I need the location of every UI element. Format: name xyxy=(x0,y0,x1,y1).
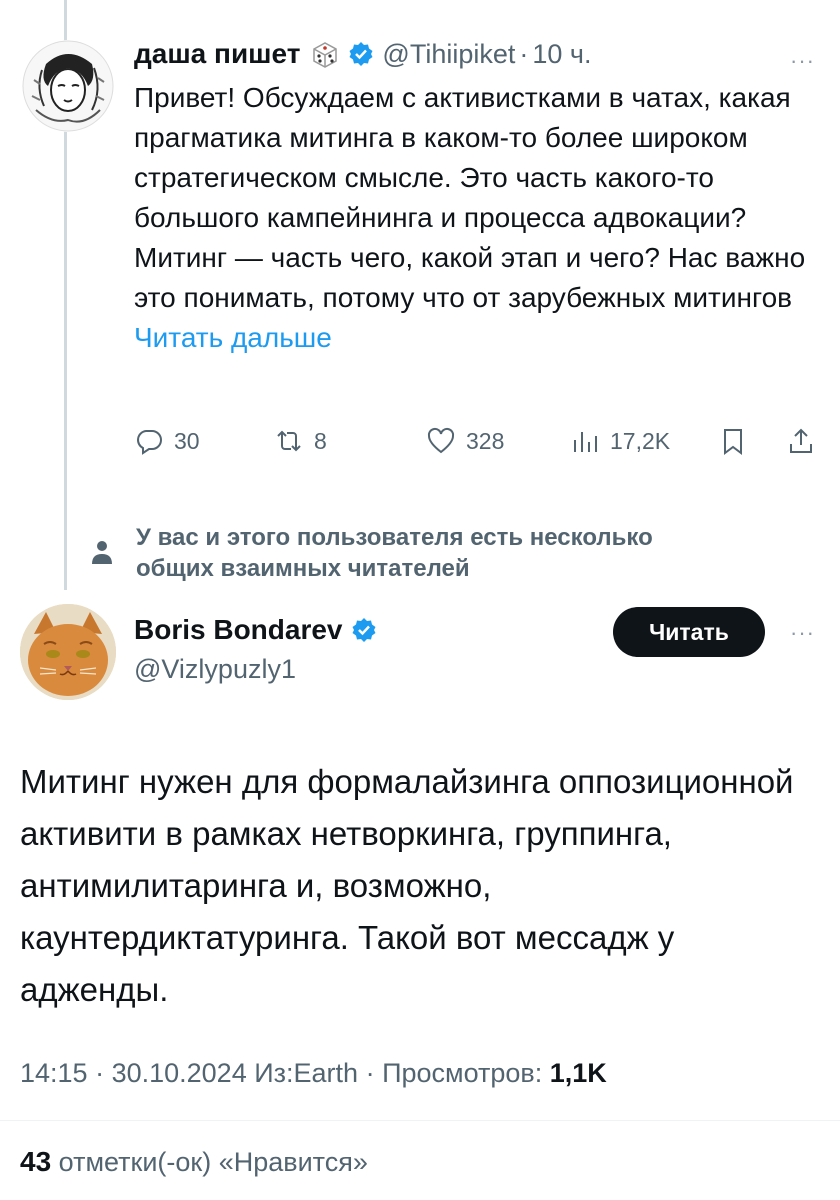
likes-count: 43 xyxy=(20,1146,52,1177)
bookmark-icon xyxy=(724,429,742,455)
person-icon xyxy=(92,541,112,564)
author-handle[interactable]: @Vizlypuzly1 xyxy=(134,654,377,685)
bookmark-button[interactable] xyxy=(718,426,748,456)
tweet-metadata: 14:15 · 30.10.2024 Из:Earth · Просмотров… xyxy=(20,1058,607,1088)
avatar[interactable] xyxy=(22,40,114,132)
views-chart-icon xyxy=(574,432,597,452)
author-name[interactable]: даша пишет xyxy=(134,38,300,70)
share-icon xyxy=(790,428,812,453)
mutual-notice-line2: общих взаимных читателей xyxy=(136,555,470,582)
reply-button[interactable]: 30 xyxy=(134,426,200,456)
reply-icon xyxy=(137,430,162,455)
tweet-time[interactable]: 10 ч. xyxy=(532,39,591,70)
reply-count: 30 xyxy=(174,427,200,454)
retweet-count: 8 xyxy=(314,427,327,454)
share-button[interactable] xyxy=(786,426,816,456)
tweet-date[interactable]: 30.10.2024 xyxy=(112,1058,247,1088)
read-more-link[interactable]: Читать дальше xyxy=(134,322,332,353)
retweet-button[interactable]: 8 xyxy=(274,426,327,456)
likes-label: отметки(-ок) «Нравится» xyxy=(58,1147,368,1177)
more-options-icon[interactable]: ··· xyxy=(790,620,815,646)
mutual-followers-notice: У вас и этого пользователя есть нескольк… xyxy=(90,522,790,584)
views-count: 17,2K xyxy=(610,427,671,454)
like-count: 328 xyxy=(466,427,505,454)
author-handle[interactable]: @Tihiipiket xyxy=(382,39,515,70)
heart-icon xyxy=(427,427,455,454)
avatar[interactable] xyxy=(20,604,116,700)
tweet-body: Привет! Обсуждаем с активистками в чатах… xyxy=(134,82,806,313)
views-button[interactable]: 17,2K xyxy=(570,426,670,456)
divider xyxy=(0,1120,840,1121)
author-name[interactable]: Boris Bondarev xyxy=(134,614,343,646)
like-button[interactable]: 328 xyxy=(426,426,504,456)
views-value: 1,1K xyxy=(549,1058,607,1088)
mutual-notice-line1: У вас и этого пользователя есть нескольк… xyxy=(136,524,653,551)
tweet-header: даша пишет @Tihiipiket · 10 ч. xyxy=(134,34,814,74)
verified-badge-icon xyxy=(351,617,377,643)
likes-summary[interactable]: 43 отметки(-ок) «Нравится» xyxy=(20,1146,368,1178)
views-label: Просмотров: xyxy=(382,1058,543,1088)
tweet-actions: 30 8 328 17,2K xyxy=(134,426,820,466)
separator-dot: · xyxy=(519,38,529,69)
tweet-time[interactable]: 14:15 xyxy=(20,1058,88,1088)
retweet-icon xyxy=(277,430,301,452)
more-options-icon[interactable]: ··· xyxy=(790,48,815,74)
tweet-original[interactable]: даша пишет @Tihiipiket · 10 ч. Привет! О… xyxy=(134,34,814,358)
main-tweet-text: Митинг нужен для формалайзинга оппозицио… xyxy=(20,763,794,1008)
tweet-text: Привет! Обсуждаем с активистками в чатах… xyxy=(134,78,814,358)
tweet-source: Из:Earth xyxy=(254,1058,359,1088)
follow-button[interactable]: Читать xyxy=(613,607,765,657)
verified-badge-icon xyxy=(348,41,374,67)
dice-icon xyxy=(310,39,340,69)
reply-author: Boris Bondarev @Vizlypuzly1 xyxy=(134,614,377,685)
